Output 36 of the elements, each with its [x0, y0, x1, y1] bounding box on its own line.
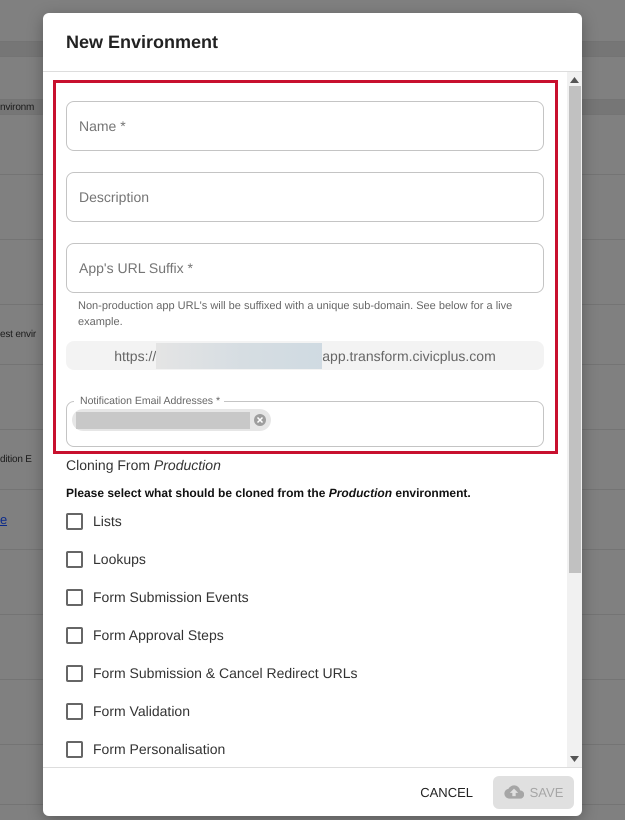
background-text: dition E — [0, 454, 32, 465]
field-label: Notification Email Addresses * — [79, 395, 222, 407]
url-prefix: https:// — [114, 348, 156, 364]
option-label: Lookups — [93, 551, 146, 567]
scroll-down-icon[interactable] — [570, 756, 579, 762]
background-text: nvironm — [0, 102, 34, 112]
cancel-button[interactable]: CANCEL — [412, 776, 481, 808]
instruction-text: Please select what should be cloned from the Production environment. — [66, 486, 472, 500]
input-field[interactable]: Name * — [66, 101, 544, 151]
cloud-upload-icon — [504, 785, 524, 799]
scrollbar-thumb[interactable] — [568, 86, 580, 573]
link[interactable]: e — [0, 512, 8, 527]
dialog-title: New Environment — [66, 32, 218, 52]
background-text: est envir — [0, 329, 36, 340]
checkbox[interactable] — [66, 740, 83, 758]
checkbox[interactable] — [66, 664, 83, 682]
input-field[interactable]: Description — [66, 172, 544, 222]
input-field[interactable]: Notification Email Addresses * — [66, 395, 544, 447]
option-label: Form Submission & Cancel Redirect URLs — [93, 665, 358, 681]
close-icon[interactable] — [253, 413, 267, 427]
checkbox[interactable] — [66, 626, 83, 644]
checkbox[interactable] — [66, 512, 83, 530]
checkbox[interactable] — [66, 550, 83, 568]
option-label: Form Approval Steps — [93, 627, 224, 643]
option-label: Lists — [93, 513, 122, 529]
checkbox[interactable] — [66, 588, 83, 606]
option-label: Form Submission Events — [93, 589, 249, 605]
section-heading: Cloning From Production — [66, 457, 222, 473]
option-label: Form Personalisation — [93, 741, 226, 757]
helper-text: Non-production app URL's will be suffixed with a unique sub-domain. See below for a live example. — [77, 299, 514, 330]
input-field[interactable]: App's URL Suffix * — [66, 243, 544, 293]
scrollbar[interactable] — [567, 72, 582, 767]
url-suffix: app.transform.civicplus.com — [322, 348, 496, 364]
option-label: Form Validation — [93, 703, 190, 719]
scroll-up-icon[interactable] — [570, 77, 579, 83]
checkbox[interactable] — [66, 702, 83, 720]
